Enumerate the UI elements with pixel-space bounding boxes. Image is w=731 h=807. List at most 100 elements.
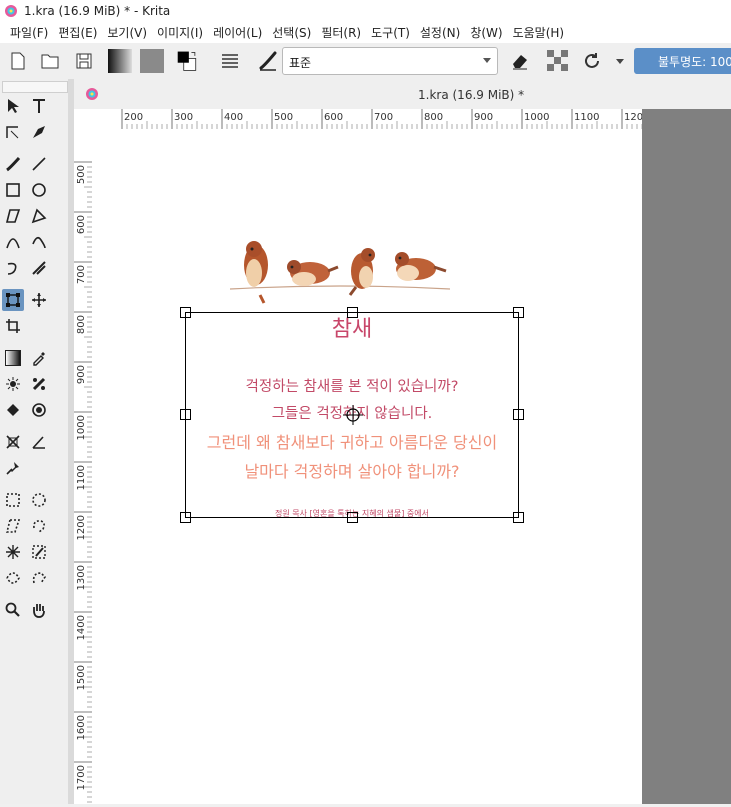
select-shape-icon[interactable] xyxy=(2,95,24,117)
toolbox-header xyxy=(2,81,68,93)
rect-select-icon[interactable] xyxy=(2,489,24,511)
transform-handle-right[interactable] xyxy=(513,409,524,420)
chevron-down-icon[interactable] xyxy=(616,59,624,64)
menu-layer[interactable]: 레이어(L) xyxy=(213,24,262,41)
move-tool-icon[interactable] xyxy=(28,289,50,311)
ruler-label: 1500 xyxy=(76,665,87,690)
vertical-ruler[interactable]: 500 600 700 800 900 1000 1100 1200 1300 1400 1500 1… xyxy=(74,129,93,804)
line-tool-icon[interactable] xyxy=(28,153,50,175)
ellipse-select-icon[interactable] xyxy=(28,489,50,511)
freehand-path-icon[interactable] xyxy=(28,231,50,253)
krita-document-icon xyxy=(86,88,98,100)
bezier-tool-icon[interactable] xyxy=(2,231,24,253)
document-tab-bar: 1.kra (16.9 MiB) * xyxy=(74,79,731,109)
opacity-label: 불투명도: 100 xyxy=(658,55,731,69)
gradient-icon[interactable] xyxy=(108,49,132,73)
freehand-select-icon[interactable] xyxy=(28,515,50,537)
color-swap-icon[interactable] xyxy=(176,49,200,73)
calligraphy-icon[interactable] xyxy=(28,121,50,143)
similar-select-icon[interactable] xyxy=(28,541,50,563)
magnetic-select-icon[interactable] xyxy=(28,567,50,589)
edit-shapes-icon[interactable] xyxy=(2,121,24,143)
ruler-label: 1700 xyxy=(76,765,87,790)
transform-pivot-icon[interactable] xyxy=(343,405,363,425)
smart-patch-icon[interactable] xyxy=(28,373,50,395)
save-icon[interactable] xyxy=(72,49,96,73)
transform-handle-top-left[interactable] xyxy=(180,307,191,318)
text-tool-icon[interactable] xyxy=(28,95,50,117)
eraser-icon[interactable] xyxy=(508,49,532,73)
krita-logo-icon xyxy=(5,5,17,17)
canvas-background xyxy=(642,109,731,804)
ruler-label: 1200 xyxy=(624,112,642,123)
horizontal-ruler[interactable]: 200 300 400 500 600 700 800 900 1000 1100 1200 xyxy=(92,109,649,130)
menu-settings[interactable]: 설정(N) xyxy=(420,24,460,41)
vertical-ruler-ticks: 500 600 700 800 900 1000 1100 1200 1300 1400 1500 1… xyxy=(74,161,92,803)
bezier-select-icon[interactable] xyxy=(2,567,24,589)
transform-handle-top-right[interactable] xyxy=(513,307,524,318)
freehand-brush-icon[interactable] xyxy=(2,153,24,175)
ruler-label: 600 xyxy=(76,215,87,234)
transform-tool-icon[interactable] xyxy=(2,289,24,311)
assistant-tool-icon[interactable] xyxy=(2,431,24,453)
color-picker-icon[interactable] xyxy=(28,347,50,369)
menu-view[interactable]: 보기(V) xyxy=(107,24,147,41)
canvas[interactable]: 참새 걱정하는 참새를 본 적이 있습니까? 그들은 걱정하지 않습니다. 그런… xyxy=(92,129,642,804)
pan-tool-icon[interactable] xyxy=(28,599,50,621)
colorize-mask-icon[interactable] xyxy=(2,373,24,395)
gradient-tool-icon[interactable] xyxy=(2,347,24,369)
ellipse-tool-icon[interactable] xyxy=(28,179,50,201)
menu-image[interactable]: 이미지(I) xyxy=(157,24,203,41)
ruler-label: 900 xyxy=(474,112,493,123)
ruler-label: 300 xyxy=(174,112,193,123)
menu-bar: 파일(F) 편집(E) 보기(V) 이미지(I) 레이어(L) 선택(S) 필터… xyxy=(0,22,731,43)
transform-handle-bottom[interactable] xyxy=(347,512,358,523)
transform-handle-bottom-right[interactable] xyxy=(513,512,524,523)
opacity-slider[interactable]: 불투명도: 100 xyxy=(634,48,731,74)
document-tab-label[interactable]: 1.kra (16.9 MiB) * xyxy=(418,88,524,102)
menu-filter[interactable]: 필터(R) xyxy=(321,24,361,41)
brush-settings-icon[interactable] xyxy=(218,49,242,73)
rectangle-tool-icon[interactable] xyxy=(2,179,24,201)
menu-window[interactable]: 창(W) xyxy=(470,24,502,41)
menu-help[interactable]: 도움말(H) xyxy=(513,24,565,41)
ruler-label: 1400 xyxy=(76,615,87,640)
open-document-icon[interactable] xyxy=(38,49,62,73)
ruler-label: 500 xyxy=(76,165,87,184)
reference-images-icon[interactable] xyxy=(2,457,24,479)
ruler-label: 700 xyxy=(374,112,393,123)
dynamic-brush-icon[interactable] xyxy=(2,257,24,279)
enclose-fill-icon[interactable] xyxy=(28,399,50,421)
fill-tool-icon[interactable] xyxy=(2,399,24,421)
transform-handle-left[interactable] xyxy=(180,409,191,420)
polyline-tool-icon[interactable] xyxy=(28,205,50,227)
transform-handle-bottom-left[interactable] xyxy=(180,512,191,523)
brush-preset-select[interactable]: 표준 xyxy=(282,47,498,75)
zoom-tool-icon[interactable] xyxy=(2,599,24,621)
menu-tools[interactable]: 도구(T) xyxy=(371,24,410,41)
ruler-label: 400 xyxy=(224,112,243,123)
polygon-tool-icon[interactable] xyxy=(2,205,24,227)
alpha-lock-icon[interactable] xyxy=(546,49,570,73)
ruler-label: 900 xyxy=(76,365,87,384)
measure-tool-icon[interactable] xyxy=(28,431,50,453)
pattern-icon[interactable] xyxy=(140,49,164,73)
main-toolbar: 표준 불투명도: 100 xyxy=(0,43,731,80)
brush-icon[interactable] xyxy=(256,49,280,73)
new-document-icon[interactable] xyxy=(6,49,30,73)
polygon-select-icon[interactable] xyxy=(2,515,24,537)
menu-file[interactable]: 파일(F) xyxy=(10,24,48,41)
crop-tool-icon[interactable] xyxy=(2,315,24,337)
reload-icon[interactable] xyxy=(580,49,604,73)
horizontal-ruler-ticks: 200 300 400 500 600 700 800 900 1000 1100 1200 xyxy=(121,109,649,129)
menu-edit[interactable]: 편집(E) xyxy=(58,24,97,41)
ruler-label: 800 xyxy=(424,112,443,123)
toolbox xyxy=(0,79,68,804)
multibrush-icon[interactable] xyxy=(28,257,50,279)
menu-select[interactable]: 선택(S) xyxy=(272,24,311,41)
ruler-label: 1200 xyxy=(76,515,87,540)
ruler-label: 800 xyxy=(76,315,87,334)
contiguous-select-icon[interactable] xyxy=(2,541,24,563)
transform-handle-top[interactable] xyxy=(347,307,358,318)
ruler-label: 1100 xyxy=(76,465,87,490)
